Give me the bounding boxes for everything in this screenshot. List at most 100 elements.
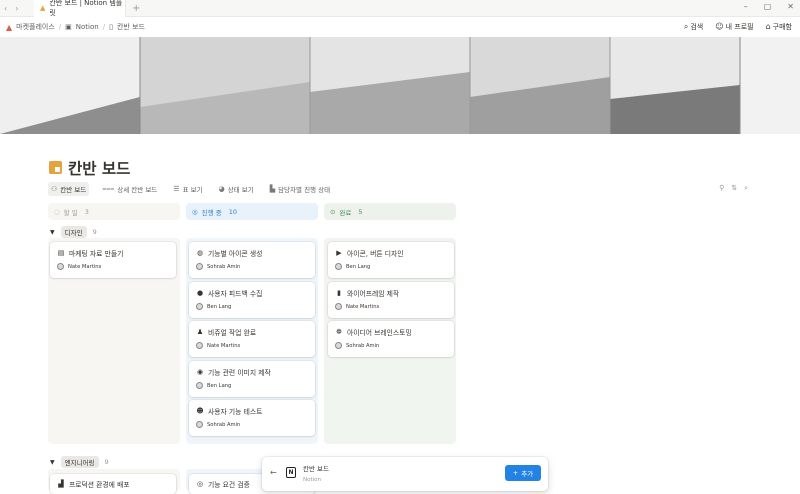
breadcrumb-current-page[interactable]: 칸반 보드 — [117, 22, 145, 32]
column-label: 완료 — [339, 208, 352, 217]
filter-icon[interactable]: ⚲ — [719, 184, 724, 193]
tab-label: 담당자별 진행 상태 — [278, 186, 331, 194]
tab-label: 칸반 보드 — [60, 186, 87, 194]
sort-icon[interactable]: ⇅ — [731, 184, 737, 193]
tab-assignee-progress[interactable]: ▙ 담당자별 진행 상태 — [267, 182, 333, 196]
avatar — [196, 342, 203, 349]
search-icon[interactable]: ⌕ — [744, 184, 748, 193]
card[interactable]: ▮ 와이어프레임 제작 Nate Martins — [328, 282, 454, 318]
search-icon: ⌕ — [683, 22, 689, 31]
icons-icon: ◍ — [196, 249, 204, 257]
card-assignee: Nate Martins — [346, 303, 380, 310]
view-tabs: ⚇ 칸반 보드 ⩶ 상세 칸반 보드 ☰ 표 보기 ◕ 상태 보기 ▙ 담당자별 진행 상… — [48, 182, 333, 196]
breadcrumb-notion[interactable]: Notion — [76, 23, 99, 31]
notion-icon: ▣ — [65, 23, 72, 31]
purchases-label: 구매함 — [772, 23, 792, 31]
card[interactable]: ♟ 비쥬얼 작업 완료 Nate Martins — [189, 321, 315, 357]
card-title: 비쥬얼 작업 완료 — [208, 329, 257, 337]
group-count: 9 — [104, 458, 109, 466]
column-header-in-progress[interactable]: ◎ 진행 중 10 — [186, 203, 318, 220]
avatar — [57, 263, 64, 270]
breadcrumb-marketplace[interactable]: 마켓플레이스 — [16, 22, 55, 32]
breadcrumb-separator: / — [58, 23, 62, 31]
card-title: 기능별 아이콘 생성 — [208, 250, 263, 258]
purchases-button[interactable]: ⌂ 구매함 — [766, 22, 792, 32]
tab-label: 상태 보기 — [227, 186, 254, 194]
card[interactable]: ▟ 프로덕션 환경에 배포 — [50, 474, 176, 494]
top-actions: ⌕ 검색 ☺ 내 프로필 ⌂ 구매함 — [684, 17, 792, 37]
avatar — [196, 263, 203, 270]
status-icon: ◕ — [218, 185, 225, 193]
card[interactable]: ◉ 기능 관련 이미지 제작 Ben Lang — [189, 361, 315, 397]
kanban-page-icon — [49, 161, 62, 174]
timeline-icon: ▙ — [269, 185, 276, 193]
window-controls: – ▢ ✕ — [744, 2, 794, 11]
tab-status-view[interactable]: ◕ 상태 보기 — [216, 182, 257, 196]
table-icon: ☰ — [173, 185, 180, 193]
card-title: 아이디어 브레인스토밍 — [347, 329, 412, 337]
back-arrow-icon[interactable]: ← — [270, 468, 277, 477]
column-label: 진행 중 — [201, 208, 222, 217]
group-header-design[interactable]: ▼ 디자인 9 — [50, 226, 97, 238]
tab-detail-kanban[interactable]: ⩶ 상세 칸반 보드 — [99, 182, 160, 196]
profile-button[interactable]: ☺ 내 프로필 — [715, 22, 753, 32]
marketplace-icon: ▲ — [6, 22, 13, 32]
column-header-done[interactable]: ⊙ 완료 5 — [324, 203, 456, 220]
tab-title: 칸반 보드 | Notion 템플릿 — [49, 0, 123, 17]
card[interactable]: ☻ 사용자 기능 테스트 Sohrab Amin — [189, 400, 315, 436]
search-button[interactable]: ⌕ 검색 — [684, 22, 703, 32]
card[interactable]: ❁ 아이디어 브레인스토밍 Sohrab Amin — [328, 321, 454, 357]
card-assignee: Nate Martins — [68, 263, 102, 270]
forward-arrow-icon[interactable]: › — [15, 4, 18, 13]
card-assignee: Ben Lang — [207, 303, 232, 310]
card-assignee: Sohrab Amin — [346, 342, 380, 349]
popup-subtitle: Notion — [303, 477, 322, 483]
kanban-icon: ⚇ — [51, 185, 58, 193]
todo-circle-icon: ◌ — [54, 207, 60, 216]
tab-kanban-board[interactable]: ⚇ 칸반 보드 — [48, 182, 90, 196]
card-assignee: Ben Lang — [346, 263, 371, 270]
group-count: 9 — [92, 228, 97, 236]
check-icon: ◎ — [196, 480, 204, 488]
add-button[interactable]: + 추가 — [505, 465, 541, 481]
page-title: 칸반 보드 — [68, 160, 131, 178]
card-assignee: Sohrab Amin — [207, 263, 241, 270]
document-icon: ▤ — [57, 249, 65, 257]
book-icon: ▮ — [337, 289, 341, 297]
group-tag: 엔지니어링 — [60, 456, 99, 468]
notion-favicon-icon: ▲ — [40, 4, 46, 12]
collapse-triangle-icon[interactable]: ▼ — [50, 229, 55, 236]
avatar — [196, 421, 203, 428]
card-assignee: Sohrab Amin — [207, 421, 241, 428]
cover-image — [0, 37, 800, 134]
deploy-icon: ▟ — [58, 480, 64, 488]
kanban-detail-icon: ⩶ — [102, 184, 115, 193]
popup-title: 칸반 보드 — [303, 465, 329, 473]
collapse-triangle-icon[interactable]: ▼ — [50, 459, 55, 466]
chat-bubble-icon: ● — [196, 289, 204, 297]
column-count: 3 — [84, 207, 89, 216]
card[interactable]: ● 사용자 피드백 수집 Ben Lang — [189, 282, 315, 318]
tab-label: 상세 칸반 보드 — [117, 186, 158, 194]
close-button[interactable]: ✕ — [787, 2, 794, 11]
new-tab-button[interactable]: + — [132, 3, 140, 14]
card[interactable]: ▶ 아이콘, 버튼 디자인 Ben Lang — [328, 242, 454, 278]
browser-tab[interactable]: ▲ 칸반 보드 | Notion 템플릿 — [34, 0, 126, 17]
card-assignee: Ben Lang — [207, 382, 232, 389]
tab-table-view[interactable]: ☰ 표 보기 — [170, 182, 205, 196]
card-title: 기능 관련 이미지 제작 — [208, 369, 271, 377]
card-title: 와이어프레임 제작 — [347, 290, 400, 298]
card[interactable]: ▤ 마케팅 자료 만들기 Nate Martins — [50, 242, 176, 278]
palette-icon: ♟ — [196, 328, 204, 336]
group-tag: 디자인 — [60, 226, 87, 238]
in-progress-icon: ◎ — [192, 207, 198, 216]
add-label: 추가 — [521, 470, 534, 478]
minimize-button[interactable]: – — [744, 2, 748, 11]
back-arrow-icon[interactable]: ‹ — [4, 4, 7, 13]
group-header-engineering[interactable]: ▼ 엔지니어링 9 — [50, 456, 109, 468]
restore-button[interactable]: ▢ — [764, 2, 772, 11]
card[interactable]: ◍ 기능별 아이콘 생성 Sohrab Amin — [189, 242, 315, 278]
window-titlebar: ‹ › ▲ 칸반 보드 | Notion 템플릿 + – ▢ ✕ — [0, 0, 800, 17]
notion-logo-icon: N — [286, 467, 296, 478]
column-header-todo[interactable]: ◌ 할 일 3 — [48, 203, 180, 220]
